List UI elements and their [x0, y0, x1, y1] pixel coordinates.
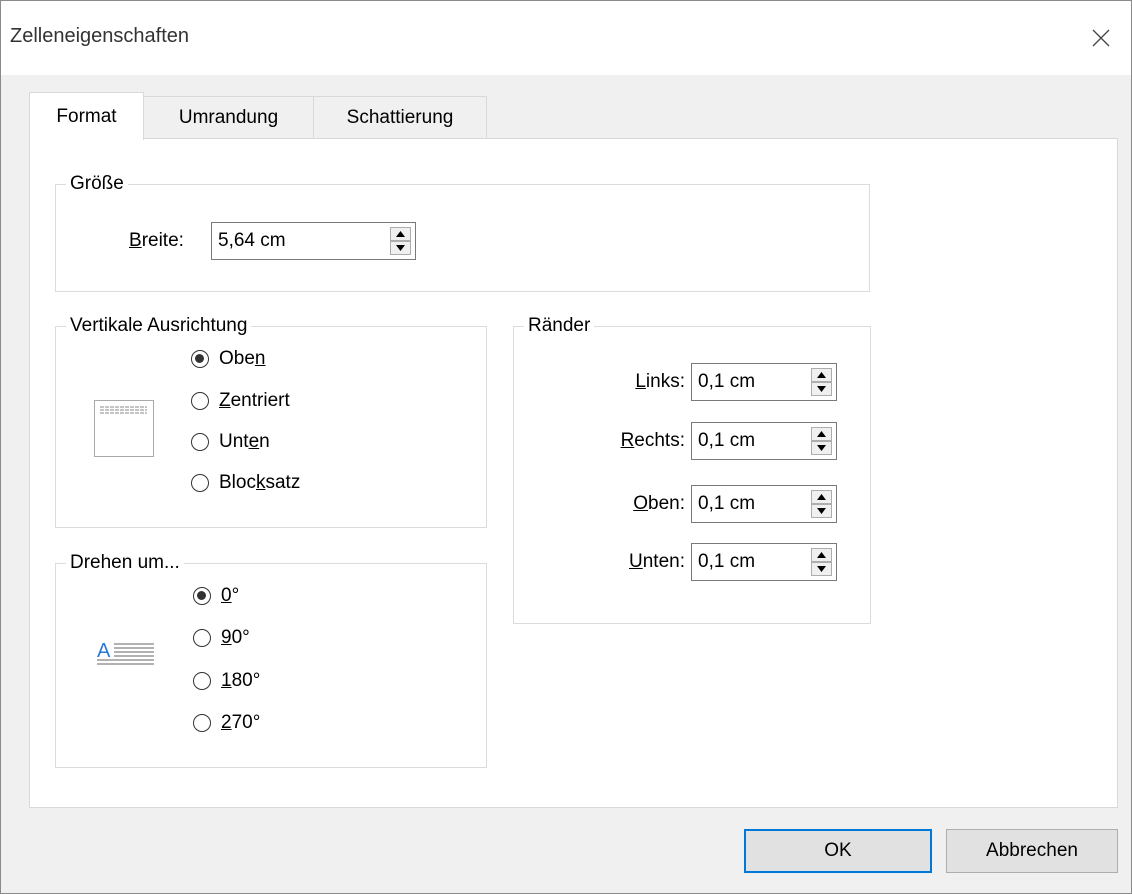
rotate-270-radio[interactable]: 270°: [193, 712, 260, 734]
tab-format-label: Format: [56, 105, 117, 127]
tab-format[interactable]: Format: [29, 92, 144, 140]
radio-unchecked-icon: [191, 392, 209, 410]
dialog: Zelleneigenschaften Format Umrandung Sch…: [0, 0, 1132, 894]
cancel-button-label: Abbrechen: [986, 840, 1078, 861]
spin-down-icon: [817, 386, 826, 392]
rechts-spin-down[interactable]: [811, 441, 832, 455]
breite-label: Breite:: [129, 230, 184, 251]
spin-down-icon: [817, 508, 826, 514]
dialog-title: Zelleneigenschaften: [10, 25, 190, 47]
valign-oben-radio[interactable]: Oben: [191, 348, 266, 370]
tab-page-format: Größe Breite: 5,64 cm Vertikale Ausricht…: [29, 138, 1118, 808]
radio-unchecked-icon: [193, 672, 211, 690]
oben-spinbox[interactable]: 0,1 cm: [691, 485, 837, 523]
unten-spin-down[interactable]: [811, 562, 832, 576]
rechts-label: Rechts:: [620, 430, 685, 451]
rotate-180-radio[interactable]: 180°: [193, 670, 260, 692]
ok-button-label: OK: [824, 840, 852, 861]
drehen-legend: Drehen um...: [66, 550, 184, 576]
links-spin-down[interactable]: [811, 382, 832, 396]
spin-up-icon: [817, 372, 826, 378]
breite-spin-up[interactable]: [390, 227, 411, 241]
valign-blocksatz-label: Blocksatz: [219, 472, 301, 493]
radio-unchecked-icon: [191, 433, 209, 451]
links-spinbox[interactable]: 0,1 cm: [691, 363, 837, 401]
links-label: Links:: [635, 371, 685, 392]
rotate-0-label: 0°: [221, 585, 240, 606]
spin-up-icon: [396, 231, 405, 237]
rotate-270-label: 270°: [221, 712, 261, 733]
unten-value: 0,1 cm: [698, 551, 756, 572]
vertikal-legend: Vertikale Ausrichtung: [66, 313, 252, 339]
spin-up-icon: [817, 431, 826, 437]
valign-unten-label: Unten: [219, 431, 270, 452]
rotation-preview-icon: A: [97, 640, 154, 665]
breite-spinbox[interactable]: 5,64 cm: [211, 222, 416, 260]
cancel-button[interactable]: Abbrechen: [946, 829, 1118, 873]
unten-label: Unten:: [629, 551, 685, 572]
unten-spinbox[interactable]: 0,1 cm: [691, 543, 837, 581]
rotate-90-radio[interactable]: 90°: [193, 627, 250, 649]
spin-down-icon: [817, 566, 826, 572]
valign-unten-radio[interactable]: Unten: [191, 431, 270, 453]
radio-checked-icon: [193, 587, 211, 605]
valign-zentriert-label: Zentriert: [219, 390, 290, 411]
tab-schattierung-label: Schattierung: [346, 106, 454, 128]
raender-legend: Ränder: [524, 313, 595, 339]
links-spin-up[interactable]: [811, 368, 832, 382]
radio-unchecked-icon: [193, 714, 211, 732]
oben-label: Oben:: [633, 493, 685, 514]
rechts-value: 0,1 cm: [698, 430, 756, 451]
radio-unchecked-icon: [193, 629, 211, 647]
oben-spin-up[interactable]: [811, 490, 832, 504]
spin-up-icon: [817, 494, 826, 500]
ok-button[interactable]: OK: [744, 829, 932, 873]
vertikal-group: Vertikale Ausrichtung Oben Zentriert Unt…: [55, 313, 487, 528]
radio-unchecked-icon: [191, 474, 209, 492]
valign-oben-label: Oben: [219, 348, 266, 369]
oben-value: 0,1 cm: [698, 493, 756, 514]
spin-down-icon: [396, 245, 405, 251]
title-bar: Zelleneigenschaften: [1, 1, 1131, 75]
valign-blocksatz-radio[interactable]: Blocksatz: [191, 472, 300, 494]
tab-schattierung[interactable]: Schattierung: [313, 96, 487, 138]
rotate-180-label: 180°: [221, 670, 261, 691]
rechts-spinbox[interactable]: 0,1 cm: [691, 422, 837, 460]
unten-spin-up[interactable]: [811, 548, 832, 562]
tab-umrandung-label: Umrandung: [178, 106, 279, 128]
groesse-group: Größe Breite: 5,64 cm: [55, 171, 870, 292]
rotation-preview-letter: A: [97, 640, 111, 662]
drehen-group: Drehen um... A 0° 90° 180° 270°: [55, 550, 487, 768]
valign-zentriert-radio[interactable]: Zentriert: [191, 390, 290, 412]
close-button[interactable]: [1071, 1, 1131, 75]
links-value: 0,1 cm: [698, 371, 756, 392]
breite-spin-down[interactable]: [390, 241, 411, 255]
radio-checked-icon: [191, 350, 209, 368]
oben-spin-down[interactable]: [811, 504, 832, 518]
close-icon: [1092, 29, 1110, 47]
spin-up-icon: [817, 552, 826, 558]
valign-preview-icon: [94, 400, 154, 457]
rotate-0-radio[interactable]: 0°: [193, 585, 239, 607]
tab-umrandung[interactable]: Umrandung: [143, 96, 314, 138]
rotate-90-label: 90°: [221, 627, 250, 648]
spin-down-icon: [817, 445, 826, 451]
groesse-legend: Größe: [66, 171, 128, 197]
rechts-spin-up[interactable]: [811, 427, 832, 441]
breite-value: 5,64 cm: [218, 230, 286, 251]
raender-group: Ränder Links: 0,1 cm Rechts: 0,1 cm Oben…: [513, 313, 871, 624]
